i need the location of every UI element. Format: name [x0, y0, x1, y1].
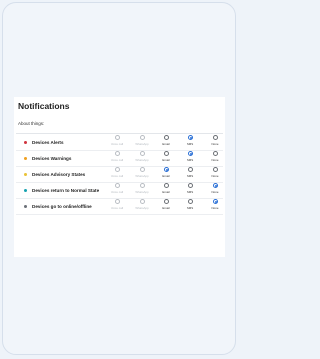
radio-label: SMS — [186, 174, 194, 178]
status-dot-icon — [24, 172, 27, 176]
radio-label: SMS — [186, 190, 194, 194]
radio-unchecked-icon — [139, 183, 145, 188]
radio-option-sms[interactable]: SMS — [179, 151, 201, 165]
radio-option-sms[interactable]: SMS — [179, 167, 201, 181]
radio-unchecked-icon — [114, 199, 120, 204]
row-label: Devices Alerts — [32, 139, 64, 145]
radio-unchecked-icon[interactable] — [212, 135, 218, 140]
row-label: Devices Warnings — [32, 155, 72, 161]
radio-label: WhatsApp — [135, 158, 149, 162]
radio-label: Email — [162, 174, 170, 178]
radio-label: WhatsApp — [135, 190, 149, 194]
radio-checked-icon[interactable] — [187, 135, 193, 140]
radio-label: Voice call — [110, 174, 124, 178]
radio-checked-icon[interactable] — [212, 183, 218, 188]
radio-label: WhatsApp — [135, 142, 149, 146]
radio-label: Voice call — [110, 190, 124, 194]
radio-option-email[interactable]: Email — [155, 151, 177, 165]
row-label-group: Devices return to Normal State — [24, 182, 99, 198]
radio-checked-icon[interactable] — [212, 199, 218, 204]
radio-option-sms[interactable]: SMS — [179, 183, 201, 197]
radio-option-whatsapp: WhatsApp — [131, 135, 153, 149]
radio-option-none[interactable]: None — [204, 167, 226, 181]
radio-option-whatsapp: WhatsApp — [131, 151, 153, 165]
radio-option-none[interactable]: None — [204, 151, 226, 165]
radio-option-email[interactable]: Email — [155, 183, 177, 197]
radio-unchecked-icon — [114, 151, 120, 156]
radio-unchecked-icon[interactable] — [212, 167, 218, 172]
notification-row: Devices Warnings Voice call WhatsApp Email S… — [16, 150, 223, 167]
status-dot-icon — [24, 188, 27, 192]
radio-option-whatsapp: WhatsApp — [131, 199, 153, 213]
section-subtitle: About things: — [18, 121, 45, 126]
row-label-group: Devices Advisory States — [24, 166, 85, 182]
radio-option-whatsapp: WhatsApp — [131, 167, 153, 181]
radio-unchecked-icon — [139, 135, 145, 140]
radio-option-voice: Voice call — [106, 199, 128, 213]
radio-label: Email — [162, 158, 170, 162]
radio-unchecked-icon[interactable] — [163, 183, 169, 188]
row-label: Devices go to online/offline — [32, 203, 92, 209]
row-label-group: Devices go to online/offline — [24, 198, 92, 214]
radio-unchecked-icon[interactable] — [163, 199, 169, 204]
radio-label: None — [211, 206, 219, 210]
radio-unchecked-icon — [139, 199, 145, 204]
radio-unchecked-icon[interactable] — [187, 167, 193, 172]
radio-option-whatsapp: WhatsApp — [131, 183, 153, 197]
radio-option-email[interactable]: Email — [155, 199, 177, 213]
notifications-panel: Notifications About things: Devices Aler… — [14, 97, 225, 257]
radio-option-none[interactable]: None — [204, 199, 226, 213]
radio-unchecked-icon[interactable] — [187, 199, 193, 204]
radio-checked-icon[interactable] — [163, 167, 169, 172]
radio-label: None — [211, 158, 219, 162]
radio-unchecked-icon — [139, 167, 145, 172]
status-dot-icon — [24, 140, 27, 144]
status-dot-icon — [24, 204, 27, 208]
radio-option-email[interactable]: Email — [155, 135, 177, 149]
notification-row: Devices Alerts Voice call WhatsApp Email SMS… — [16, 134, 223, 151]
radio-label: Voice call — [110, 142, 124, 146]
radio-label: Email — [162, 142, 170, 146]
radio-checked-icon[interactable] — [187, 151, 193, 156]
radio-label: SMS — [186, 158, 194, 162]
radio-unchecked-icon[interactable] — [163, 135, 169, 140]
radio-unchecked-icon[interactable] — [212, 151, 218, 156]
radio-option-none[interactable]: None — [204, 183, 226, 197]
radio-label: SMS — [186, 206, 194, 210]
row-label-group: Devices Warnings — [24, 150, 71, 166]
page-title: Notifications — [18, 101, 70, 111]
notification-row: Devices go to online/offline Voice call Wh… — [16, 198, 223, 215]
radio-option-voice: Voice call — [106, 151, 128, 165]
radio-option-voice: Voice call — [106, 135, 128, 149]
radio-option-none[interactable]: None — [204, 135, 226, 149]
radio-label: WhatsApp — [135, 206, 149, 210]
radio-option-voice: Voice call — [106, 183, 128, 197]
radio-unchecked-icon — [114, 167, 120, 172]
radio-unchecked-icon — [114, 135, 120, 140]
row-label-group: Devices Alerts — [24, 134, 64, 150]
radio-unchecked-icon — [139, 151, 145, 156]
radio-option-sms[interactable]: SMS — [179, 199, 201, 213]
row-label: Devices return to Normal State — [32, 187, 100, 193]
radio-unchecked-icon[interactable] — [163, 151, 169, 156]
notification-row: Devices Advisory States Voice call WhatsAp… — [16, 166, 223, 183]
radio-label: WhatsApp — [135, 174, 149, 178]
radio-unchecked-icon[interactable] — [187, 183, 193, 188]
radio-unchecked-icon — [114, 183, 120, 188]
radio-label: Voice call — [110, 206, 124, 210]
row-label: Devices Advisory States — [32, 171, 86, 177]
radio-label: None — [211, 142, 219, 146]
radio-label: SMS — [186, 142, 194, 146]
radio-label: Voice call — [110, 158, 124, 162]
radio-option-voice: Voice call — [106, 167, 128, 181]
radio-label: Email — [162, 190, 170, 194]
radio-option-sms[interactable]: SMS — [179, 135, 201, 149]
radio-label: None — [211, 190, 219, 194]
status-dot-icon — [24, 156, 27, 160]
radio-option-email[interactable]: Email — [155, 167, 177, 181]
radio-label: None — [211, 174, 219, 178]
radio-label: Email — [162, 206, 170, 210]
notification-row: Devices return to Normal State Voice call… — [16, 182, 223, 199]
